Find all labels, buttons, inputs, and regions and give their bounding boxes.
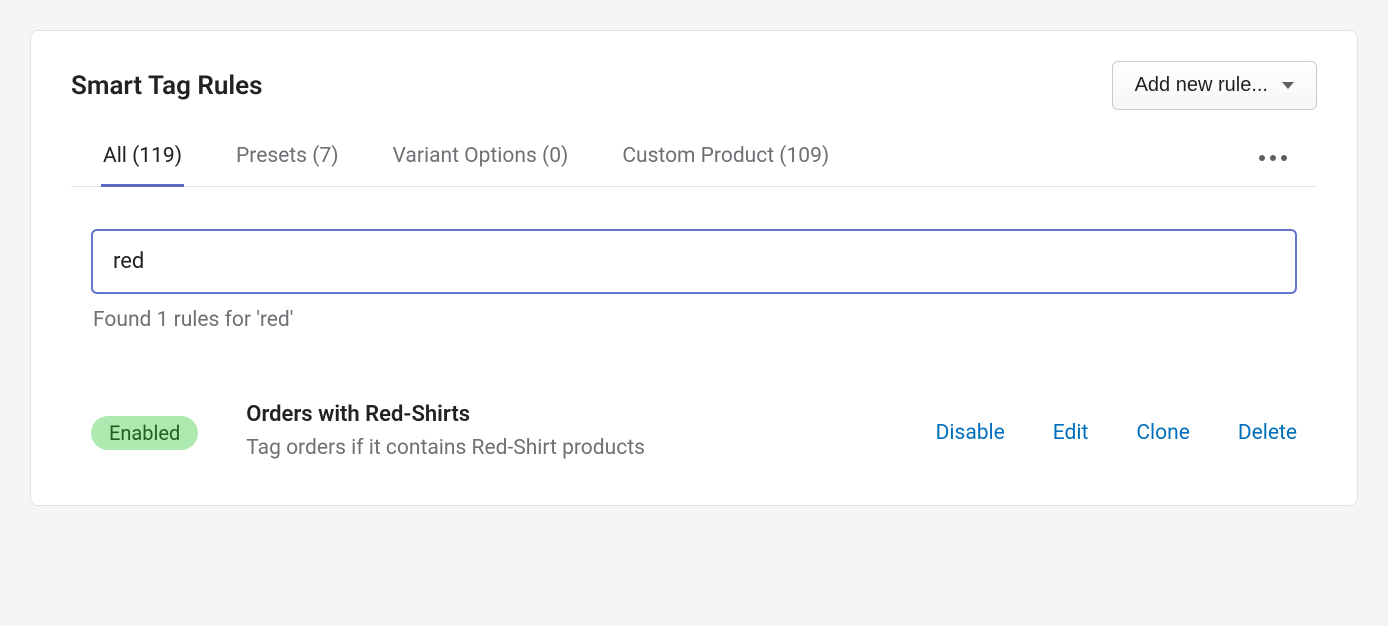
add-new-rule-label: Add new rule... [1135,74,1268,97]
search-result-text: Found 1 rules for 'red' [91,308,1297,332]
rule-description: Tag orders if it contains Red-Shirt prod… [246,433,645,465]
rule-title: Orders with Red-Shirts [246,402,645,427]
rule-row: Enabled Orders with Red-Shirts Tag order… [91,402,1297,465]
search-input[interactable] [91,229,1297,294]
delete-link[interactable]: Delete [1238,421,1297,445]
rules-list: Enabled Orders with Red-Shirts Tag order… [71,402,1317,465]
smart-tag-rules-card: Smart Tag Rules Add new rule... All (119… [30,30,1358,506]
tab-custom-product[interactable]: Custom Product (109) [620,130,831,186]
rule-content: Orders with Red-Shirts Tag orders if it … [246,402,645,465]
disable-link[interactable]: Disable [936,421,1005,445]
search-area: Found 1 rules for 'red' [71,229,1317,332]
rule-actions: Disable Edit Clone Delete [936,421,1297,445]
dots-icon [1270,155,1276,161]
edit-link[interactable]: Edit [1053,421,1089,445]
tab-presets[interactable]: Presets (7) [234,130,341,186]
status-badge: Enabled [91,416,198,450]
tab-variant-options[interactable]: Variant Options (0) [391,130,571,186]
caret-down-icon [1282,82,1294,89]
clone-link[interactable]: Clone [1136,421,1189,445]
tab-all[interactable]: All (119) [101,130,184,186]
add-new-rule-button[interactable]: Add new rule... [1112,61,1317,110]
dots-icon [1281,155,1287,161]
tab-more-button[interactable] [1259,141,1287,175]
tabs-bar: All (119) Presets (7) Variant Options (0… [71,130,1317,187]
page-title: Smart Tag Rules [71,71,263,101]
dots-icon [1259,155,1265,161]
card-header: Smart Tag Rules Add new rule... [71,61,1317,110]
